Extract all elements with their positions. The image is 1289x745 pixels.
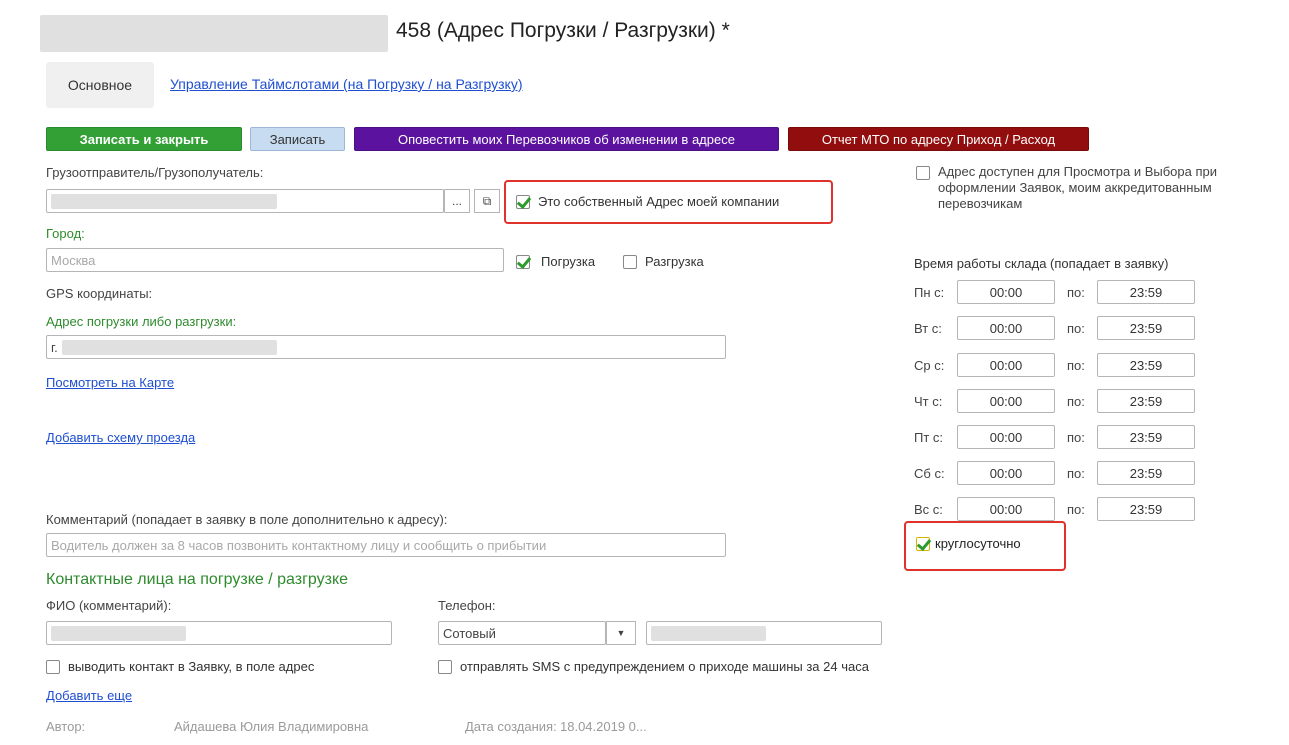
- show-in-order-label: выводить контакт в Заявку, в поле адрес: [68, 659, 315, 674]
- availability-label: Адрес доступен для Просмотра и Выбора пр…: [938, 164, 1218, 211]
- phone-type-dropdown-button[interactable]: ▼: [606, 621, 636, 645]
- time-to-label-sun: по:: [1067, 502, 1085, 517]
- shipper-label: Грузоотправитель/Грузополучатель:: [46, 165, 264, 180]
- time-to-label-mon: по:: [1067, 285, 1085, 300]
- comment-input[interactable]: Водитель должен за 8 часов позвонить кон…: [46, 533, 726, 557]
- time-from-thu[interactable]: 00:00: [957, 389, 1055, 413]
- add-route-scheme-link[interactable]: Добавить схему проезда: [46, 430, 195, 445]
- notify-carriers-button[interactable]: Оповестить моих Перевозчиков об изменени…: [354, 127, 779, 151]
- round-clock-checkbox[interactable]: [916, 537, 930, 551]
- time-from-tue[interactable]: 00:00: [957, 316, 1055, 340]
- time-to-label-fri: по:: [1067, 430, 1085, 445]
- created-label: Дата создания:: [465, 719, 557, 734]
- author-value: Айдашева Юлия Владимировна: [174, 719, 369, 734]
- mto-report-button[interactable]: Отчет МТО по адресу Приход / Расход: [788, 127, 1089, 151]
- own-address-label: Это собственный Адрес моей компании: [538, 194, 780, 209]
- address-value-redacted: [61, 339, 277, 355]
- time-to-sat[interactable]: 23:59: [1097, 461, 1195, 485]
- phone-value-redacted: [651, 625, 766, 641]
- time-to-mon[interactable]: 23:59: [1097, 280, 1195, 304]
- created-value: 18.04.2019 0...: [560, 719, 647, 734]
- fio-value-redacted: [51, 625, 186, 641]
- schedule-title: Время работы склада (попадает в заявку): [914, 256, 1169, 271]
- time-to-thu[interactable]: 23:59: [1097, 389, 1195, 413]
- time-to-fri[interactable]: 23:59: [1097, 425, 1195, 449]
- day-label-tue: Вт с:: [914, 321, 942, 336]
- add-more-contact-link[interactable]: Добавить еще: [46, 688, 132, 703]
- day-label-mon: Пн с:: [914, 285, 945, 300]
- loading-label: Погрузка: [541, 254, 596, 269]
- fio-input[interactable]: [46, 621, 392, 645]
- day-label-sat: Сб с:: [914, 466, 945, 481]
- city-placeholder: Москва: [51, 252, 96, 268]
- chevron-down-icon: ▼: [616, 628, 626, 638]
- own-address-checkbox[interactable]: [516, 195, 530, 209]
- day-label-sun: Вс с:: [914, 502, 943, 517]
- day-label-wed: Ср с:: [914, 358, 945, 373]
- tab-main[interactable]: Основное: [46, 62, 154, 108]
- loading-checkbox[interactable]: [516, 255, 530, 269]
- phone-input[interactable]: [646, 621, 882, 645]
- availability-checkbox[interactable]: [916, 166, 930, 180]
- select-shipper-button[interactable]: ...: [444, 189, 470, 213]
- unloading-label: Разгрузка: [645, 254, 704, 269]
- time-to-label-tue: по:: [1067, 321, 1085, 336]
- open-shipper-button[interactable]: ⧉: [474, 189, 500, 213]
- comment-placeholder: Водитель должен за 8 часов позвонить кон…: [51, 537, 547, 553]
- save-close-button[interactable]: Записать и закрыть: [46, 127, 242, 151]
- contacts-title: Контактные лица на погрузке / разгрузке: [46, 571, 349, 588]
- comment-label: Комментарий (попадает в заявку в поле до…: [46, 512, 448, 527]
- tab-timeslots[interactable]: Управление Таймслотами (на Погрузку / на…: [170, 76, 523, 92]
- address-prefix: г.: [51, 339, 58, 355]
- shipper-value-redacted: [51, 193, 277, 209]
- fio-label: ФИО (комментарий):: [46, 598, 172, 613]
- unloading-checkbox[interactable]: [623, 255, 637, 269]
- city-label: Город:: [46, 226, 85, 241]
- address-input[interactable]: г.: [46, 335, 726, 359]
- time-to-tue[interactable]: 23:59: [1097, 316, 1195, 340]
- gps-label: GPS координаты:: [46, 286, 153, 301]
- save-button[interactable]: Записать: [250, 127, 345, 151]
- view-on-map-link[interactable]: Посмотреть на Карте: [46, 375, 174, 390]
- day-label-thu: Чт с:: [914, 394, 943, 409]
- time-from-sun[interactable]: 00:00: [957, 497, 1055, 521]
- title-redacted: [40, 15, 388, 52]
- sms-checkbox[interactable]: [438, 660, 452, 674]
- time-from-sat[interactable]: 00:00: [957, 461, 1055, 485]
- phone-type-select[interactable]: Сотовый: [438, 621, 606, 645]
- address-label: Адрес погрузки либо разгрузки:: [46, 314, 237, 329]
- time-from-wed[interactable]: 00:00: [957, 353, 1055, 377]
- round-clock-label: круглосуточно: [935, 536, 1021, 551]
- time-to-sun[interactable]: 23:59: [1097, 497, 1195, 521]
- phone-label: Телефон:: [438, 598, 496, 613]
- time-to-label-thu: по:: [1067, 394, 1085, 409]
- show-in-order-checkbox[interactable]: [46, 660, 60, 674]
- time-from-mon[interactable]: 00:00: [957, 280, 1055, 304]
- phone-type-value: Сотовый: [443, 625, 496, 641]
- day-label-fri: Пт с:: [914, 430, 944, 445]
- time-to-label-wed: по:: [1067, 358, 1085, 373]
- page-title: 458 (Адрес Погрузки / Разгрузки) *: [396, 19, 730, 42]
- shipper-field[interactable]: [46, 189, 444, 213]
- city-input[interactable]: Москва: [46, 248, 504, 272]
- time-from-fri[interactable]: 00:00: [957, 425, 1055, 449]
- time-to-label-sat: по:: [1067, 466, 1085, 481]
- time-to-wed[interactable]: 23:59: [1097, 353, 1195, 377]
- sms-label: отправлять SMS с предупреждением о прихо…: [460, 659, 869, 674]
- author-label: Автор:: [46, 719, 86, 734]
